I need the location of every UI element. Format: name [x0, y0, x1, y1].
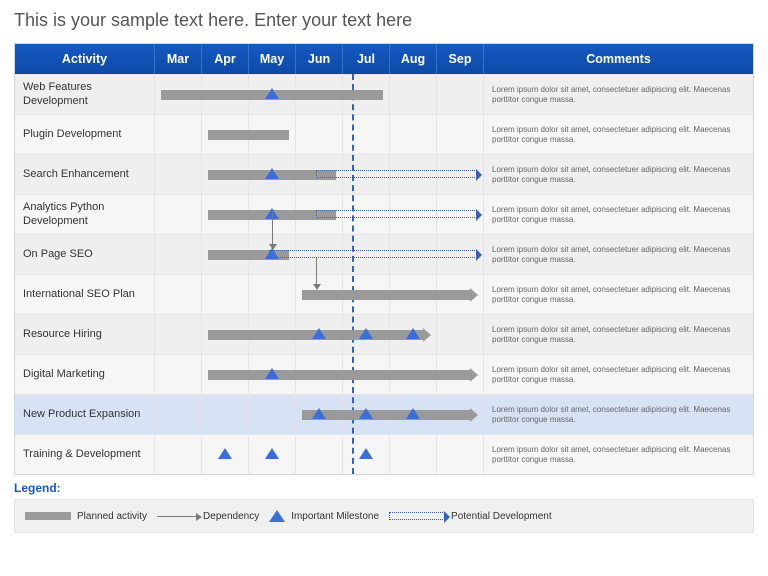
- potential-bar: [316, 210, 477, 218]
- activity-name: On Page SEO: [15, 235, 155, 274]
- activity-name: Digital Marketing: [15, 355, 155, 394]
- legend-label: Potential Development: [451, 511, 552, 522]
- milestone-icon: [265, 88, 279, 99]
- table-row: New Product Expansion Lorem ipsum dolor s…: [15, 394, 753, 434]
- table-row: Web Features Development Lorem ipsum dolo…: [15, 74, 753, 114]
- activity-name: Training & Development: [15, 435, 155, 474]
- comment-text: Lorem ipsum dolor sit amet, consectetuer…: [484, 395, 753, 434]
- dependency-arrow: [272, 211, 273, 245]
- legend-title: Legend:: [14, 481, 754, 495]
- table-row: Plugin Development Lorem ipsum dolor sit …: [15, 114, 753, 154]
- milestone-icon: [218, 448, 232, 459]
- col-comments: Comments: [484, 44, 753, 74]
- gantt-body: Web Features Development Lorem ipsum dolo…: [15, 74, 753, 474]
- activity-name: New Product Expansion: [15, 395, 155, 434]
- activity-name: Resource Hiring: [15, 315, 155, 354]
- milestone-icon: [312, 408, 326, 419]
- dependency-arrow: [316, 257, 317, 285]
- comment-text: Lorem ipsum dolor sit amet, consectetuer…: [484, 235, 753, 274]
- table-row: Search Enhancement Lorem ipsum dolor sit …: [15, 154, 753, 194]
- activity-name: International SEO Plan: [15, 275, 155, 314]
- gantt-cell: [155, 155, 484, 194]
- comment-text: Lorem ipsum dolor sit amet, consectetuer…: [484, 275, 753, 314]
- gantt-cell: [155, 75, 484, 114]
- comment-text: Lorem ipsum dolor sit amet, consectetuer…: [484, 195, 753, 234]
- comment-text: Lorem ipsum dolor sit amet, consectetuer…: [484, 435, 753, 474]
- milestone-icon: [359, 448, 373, 459]
- table-row: Digital Marketing Lorem ipsum dolor sit a…: [15, 354, 753, 394]
- col-month: Mar: [155, 44, 202, 74]
- gantt-cell: [155, 355, 484, 394]
- activity-name: Web Features Development: [15, 75, 155, 114]
- gantt-cell: [155, 395, 484, 434]
- legend-label: Planned activity: [77, 511, 147, 522]
- potential-bar: [269, 250, 477, 258]
- table-row: On Page SEO Lorem ipsum dolor sit amet, c…: [15, 234, 753, 274]
- col-month: Jun: [296, 44, 343, 74]
- page-title: This is your sample text here. Enter you…: [14, 10, 754, 31]
- milestone-icon: [265, 448, 279, 459]
- col-month: Aug: [390, 44, 437, 74]
- planned-bar: [208, 130, 289, 140]
- col-month: May: [249, 44, 296, 74]
- table-header: Activity Mar Apr May Jun Jul Aug Sep Com…: [15, 44, 753, 74]
- gantt-table: Activity Mar Apr May Jun Jul Aug Sep Com…: [14, 43, 754, 475]
- comment-text: Lorem ipsum dolor sit amet, consectetuer…: [484, 115, 753, 154]
- col-activity: Activity: [15, 44, 155, 74]
- dependency-icon: [157, 516, 197, 517]
- milestone-icon: [265, 368, 279, 379]
- legend: Planned activity Dependency Important Mi…: [14, 499, 754, 533]
- gantt-cell: [155, 315, 484, 354]
- gantt-cell: [155, 115, 484, 154]
- activity-name: Analytics Python Development: [15, 195, 155, 234]
- planned-bar: [302, 290, 471, 300]
- potential-bar: [316, 170, 477, 178]
- milestone-icon: [359, 408, 373, 419]
- activity-name: Plugin Development: [15, 115, 155, 154]
- comment-text: Lorem ipsum dolor sit amet, consectetuer…: [484, 315, 753, 354]
- comment-text: Lorem ipsum dolor sit amet, consectetuer…: [484, 75, 753, 114]
- gantt-cell: [155, 435, 484, 474]
- milestone-icon: [406, 328, 420, 339]
- planned-bar: [302, 410, 471, 420]
- table-row: Resource Hiring Lorem ipsum dolor sit ame…: [15, 314, 753, 354]
- legend-label: Dependency: [203, 511, 259, 522]
- gantt-cell: [155, 195, 484, 234]
- activity-name: Search Enhancement: [15, 155, 155, 194]
- legend-label: Important Milestone: [291, 511, 379, 522]
- table-row: Analytics Python Development Lorem ipsum …: [15, 194, 753, 234]
- col-month: Sep: [437, 44, 484, 74]
- col-month: Apr: [202, 44, 249, 74]
- gantt-cell: [155, 235, 484, 274]
- col-month: Jul: [343, 44, 390, 74]
- milestone-icon: [269, 510, 285, 522]
- milestone-icon: [312, 328, 326, 339]
- table-row: Training & Development Lorem ipsum dolor …: [15, 434, 753, 474]
- planned-activity-icon: [25, 512, 71, 520]
- gantt-cell: [155, 275, 484, 314]
- comment-text: Lorem ipsum dolor sit amet, consectetuer…: [484, 355, 753, 394]
- milestone-icon: [406, 408, 420, 419]
- milestone-icon: [265, 168, 279, 179]
- potential-development-icon: [389, 512, 445, 520]
- milestone-icon: [359, 328, 373, 339]
- table-row: International SEO Plan Lorem ipsum dolor …: [15, 274, 753, 314]
- comment-text: Lorem ipsum dolor sit amet, consectetuer…: [484, 155, 753, 194]
- planned-bar: [208, 370, 471, 380]
